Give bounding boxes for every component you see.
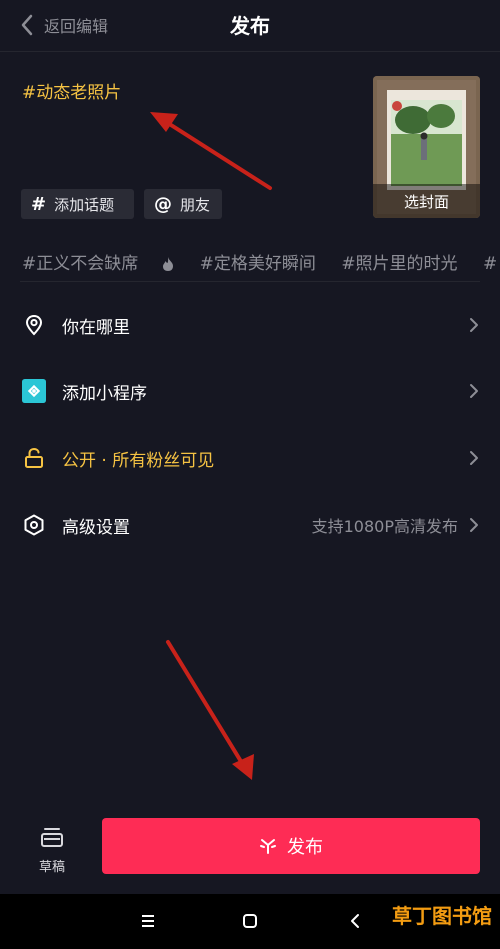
cover-thumbnail[interactable]: 选封面 [373,76,480,218]
suggested-topic[interactable]: #定格美好瞬间 [200,254,316,274]
location-pin-icon [22,313,46,337]
advanced-settings-label: 高级设置 [62,517,130,538]
drafts-label: 草稿 [38,860,65,875]
select-cover-label[interactable]: 选封面 [373,184,480,218]
visibility-row[interactable]: 公开 · 所有粉丝可见 [0,433,500,483]
mini-program-row[interactable]: 添加小程序 [0,366,500,416]
chevron-right-icon [470,518,478,532]
suggested-topic[interactable]: # [483,254,497,274]
suggested-topic[interactable]: #正义不会缺席 [22,254,174,274]
mini-program-label: 添加小程序 [62,383,147,404]
mention-friend-label: 朋友 [180,195,211,214]
top-bar: 返回编辑 发布 [0,0,500,52]
advanced-settings-value: 支持1080P高清发布 [311,517,458,536]
suggested-topics: #正义不会缺席 #定格美好瞬间 #照片里的时光 # [22,249,500,275]
suggested-topic[interactable]: #照片里的时光 [341,254,457,274]
chevron-right-icon [470,451,478,465]
home-icon[interactable] [242,913,258,929]
back-icon[interactable] [348,913,362,929]
caption-text[interactable]: #动态老照片 [22,78,121,103]
flame-icon [163,257,174,271]
publish-label: 发布 [287,837,323,858]
watermark: 草丁图书馆 [392,904,492,928]
visibility-label: 公开 · 所有粉丝可见 [62,450,215,471]
sparkle-icon [260,839,276,854]
hash-icon: # [31,193,47,215]
add-topic-button[interactable]: # 添加话题 [21,189,134,219]
drafts-box-icon [41,828,63,847]
at-icon: @ [154,193,172,215]
drafts-button[interactable]: 草稿 [30,826,74,875]
menu-icon[interactable] [140,913,156,929]
bottom-action-bar: 草稿 发布 [0,800,500,894]
mini-program-icon [22,379,46,403]
unlock-icon [22,446,46,470]
publish-button[interactable]: 发布 [102,818,480,874]
advanced-settings-row[interactable]: 高级设置 支持1080P高清发布 [0,500,500,550]
page-title: 发布 [230,14,270,38]
location-label: 你在哪里 [62,317,130,338]
mention-friend-button[interactable]: @ 朋友 [144,189,222,219]
chevron-right-icon [470,318,478,332]
add-topic-label: 添加话题 [54,195,115,214]
divider [20,281,480,282]
location-row[interactable]: 你在哪里 [0,300,500,350]
chevron-right-icon [470,384,478,398]
settings-hexagon-icon [22,513,46,537]
